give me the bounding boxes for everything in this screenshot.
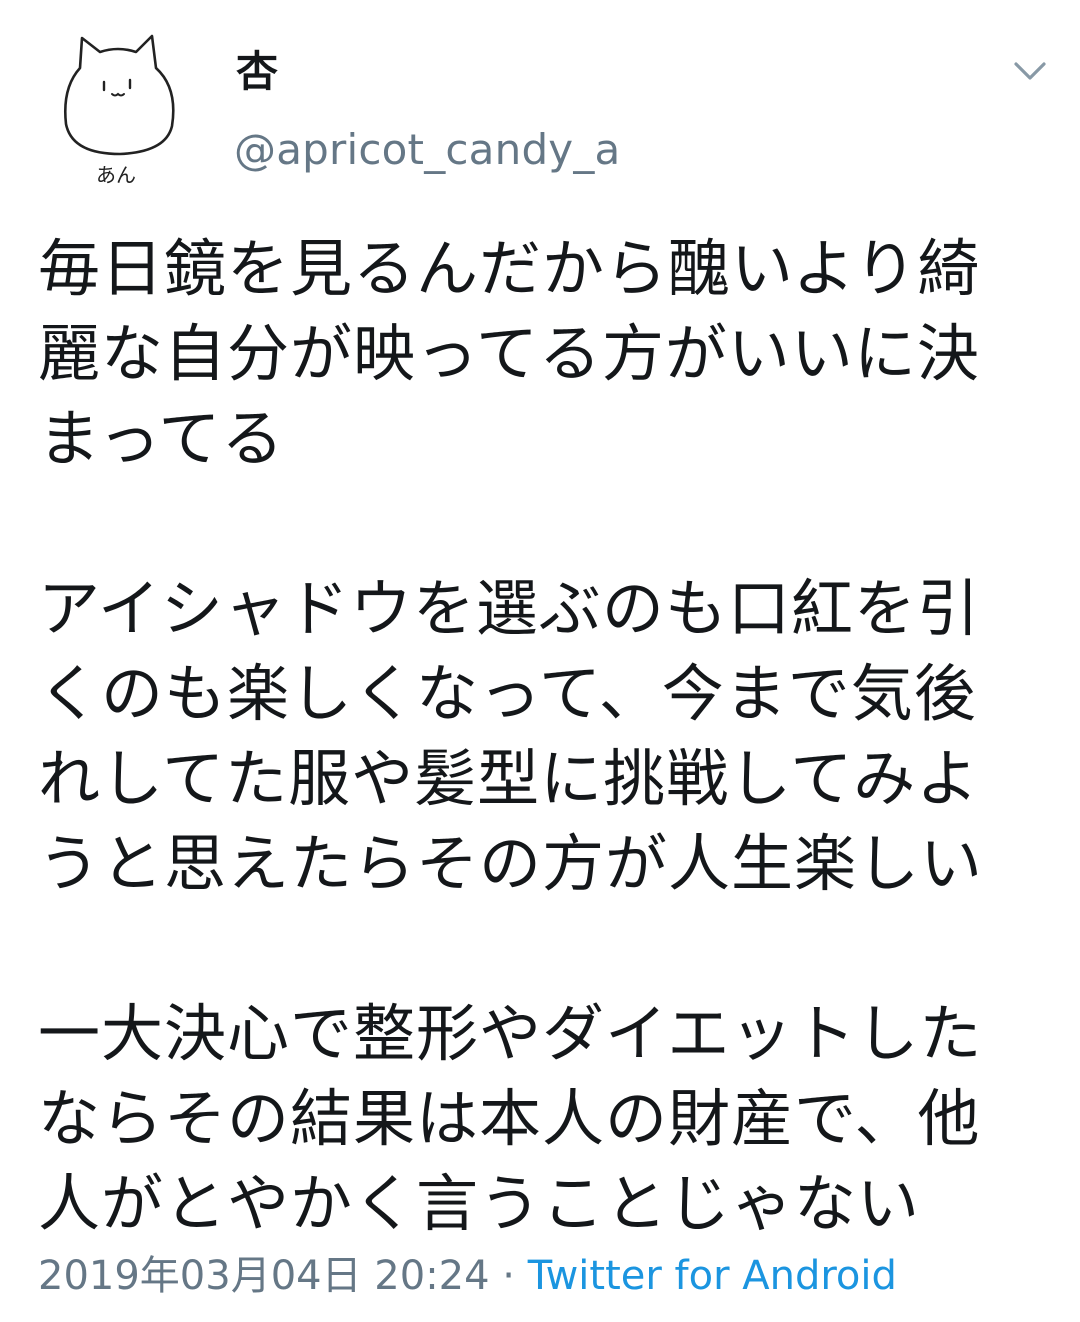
tweet-text: 毎日鏡を見るんだから醜いより綺 麗な自分が映ってる方がいいに決 まってる アイシ… bbox=[38, 226, 1048, 1246]
tweet-menu-button[interactable] bbox=[1008, 52, 1052, 92]
avatar[interactable]: あん bbox=[52, 28, 184, 188]
cat-doodle-avatar-icon: あん bbox=[64, 34, 175, 187]
meta-separator: · bbox=[489, 1253, 528, 1299]
source-link[interactable]: Twitter for Android bbox=[528, 1253, 897, 1299]
tweet-paragraph: 一大決心で整形やダイエットした ならその結果は本人の財産で、他 人がとやかく言う… bbox=[38, 997, 983, 1240]
user-handle[interactable]: @apricot_candy_a bbox=[234, 122, 621, 178]
tweet-paragraph: 毎日鏡を見るんだから醜いより綺 麗な自分が映ってる方がいいに決 まってる bbox=[38, 232, 981, 475]
tweet-meta: 2019年03月04日 20:24 · Twitter for Android bbox=[38, 1248, 897, 1304]
tweet-paragraph: アイシャドウを選ぶのも口紅を引 くのも楽しくなって、今まで気後 れしてた服や髪型… bbox=[38, 572, 984, 900]
display-name[interactable]: 杏 bbox=[236, 44, 278, 100]
timestamp[interactable]: 2019年03月04日 20:24 bbox=[38, 1253, 490, 1299]
avatar-caption: あん bbox=[96, 163, 136, 187]
tweet-card: あん 杏 @apricot_candy_a 毎日鏡を見るんだから醜いより綺 麗な… bbox=[0, 0, 1080, 1322]
chevron-down-icon bbox=[1014, 62, 1046, 80]
